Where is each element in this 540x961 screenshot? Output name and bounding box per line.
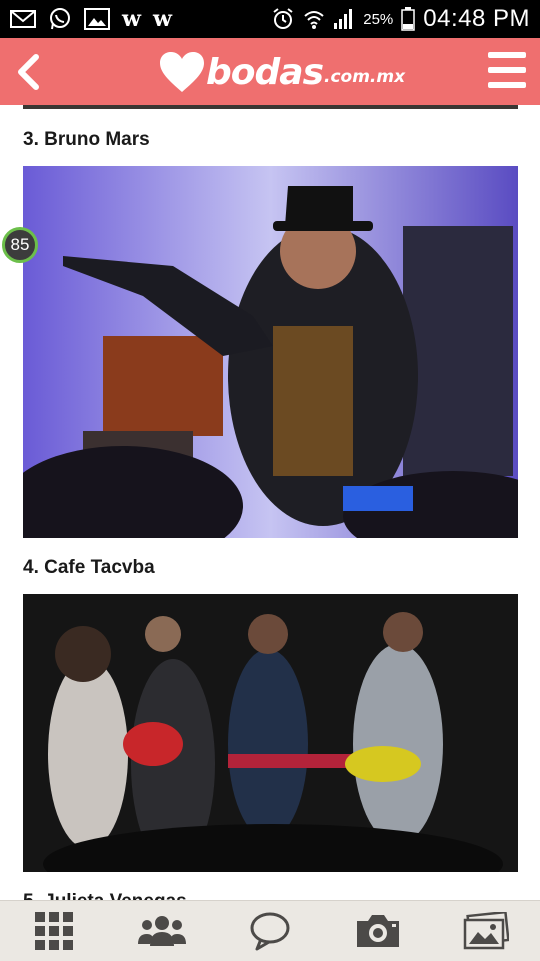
bottom-nav: [0, 900, 540, 961]
menu-line: [488, 67, 526, 73]
nav-photos-button[interactable]: [432, 901, 540, 961]
w-icon: w: [122, 6, 141, 32]
cafe-tacvba-photo[interactable]: [23, 594, 518, 872]
whatsapp-icon: [48, 7, 72, 31]
chevron-left-icon: [18, 53, 39, 90]
hamburger-menu-icon: [488, 52, 526, 58]
heart-icon: [160, 52, 204, 92]
bodas-logo[interactable]: bodas .com.mx: [158, 44, 405, 100]
chat-bubble-icon: [250, 912, 290, 951]
item-title: 3. Bruno Mars: [23, 129, 150, 150]
grid-icon: [35, 912, 73, 950]
gallery-icon: [84, 8, 110, 30]
item-title: 4. Cafe Tacvba: [23, 557, 155, 578]
nav-grid-button[interactable]: [0, 901, 108, 961]
nav-people-button[interactable]: [108, 901, 216, 961]
nav-camera-button[interactable]: [324, 901, 432, 961]
bruno-mars-photo[interactable]: [23, 166, 518, 538]
photos-icon: [463, 912, 509, 950]
wifi-icon: [303, 8, 325, 30]
app-bar: bodas .com.mx: [0, 38, 540, 105]
logo-domain: .com.mx: [324, 67, 406, 87]
nav-chat-button[interactable]: [216, 901, 324, 961]
status-bar: w w 25% 04:48 PM: [0, 0, 540, 38]
alarm-icon: [271, 7, 295, 31]
mail-icon: [10, 9, 36, 29]
score-badge[interactable]: 85: [2, 227, 38, 263]
previous-photo-edge: [23, 105, 518, 109]
clock: 04:48 PM: [423, 5, 530, 32]
w-icon: w: [152, 6, 172, 32]
battery-icon: [401, 7, 416, 31]
article-content[interactable]: 3. Bruno Mars 4. Cafe Tacvba: [0, 105, 540, 900]
battery-percent: 25%: [363, 10, 394, 28]
back-button[interactable]: [0, 38, 56, 105]
menu-button[interactable]: [488, 52, 526, 88]
people-icon: [138, 916, 186, 946]
camera-icon: [357, 915, 399, 947]
item-title: 5. Julieta Venegas: [23, 891, 187, 900]
menu-line: [488, 82, 526, 88]
logo-text: bodas: [206, 51, 324, 93]
signal-icon: [333, 8, 355, 30]
